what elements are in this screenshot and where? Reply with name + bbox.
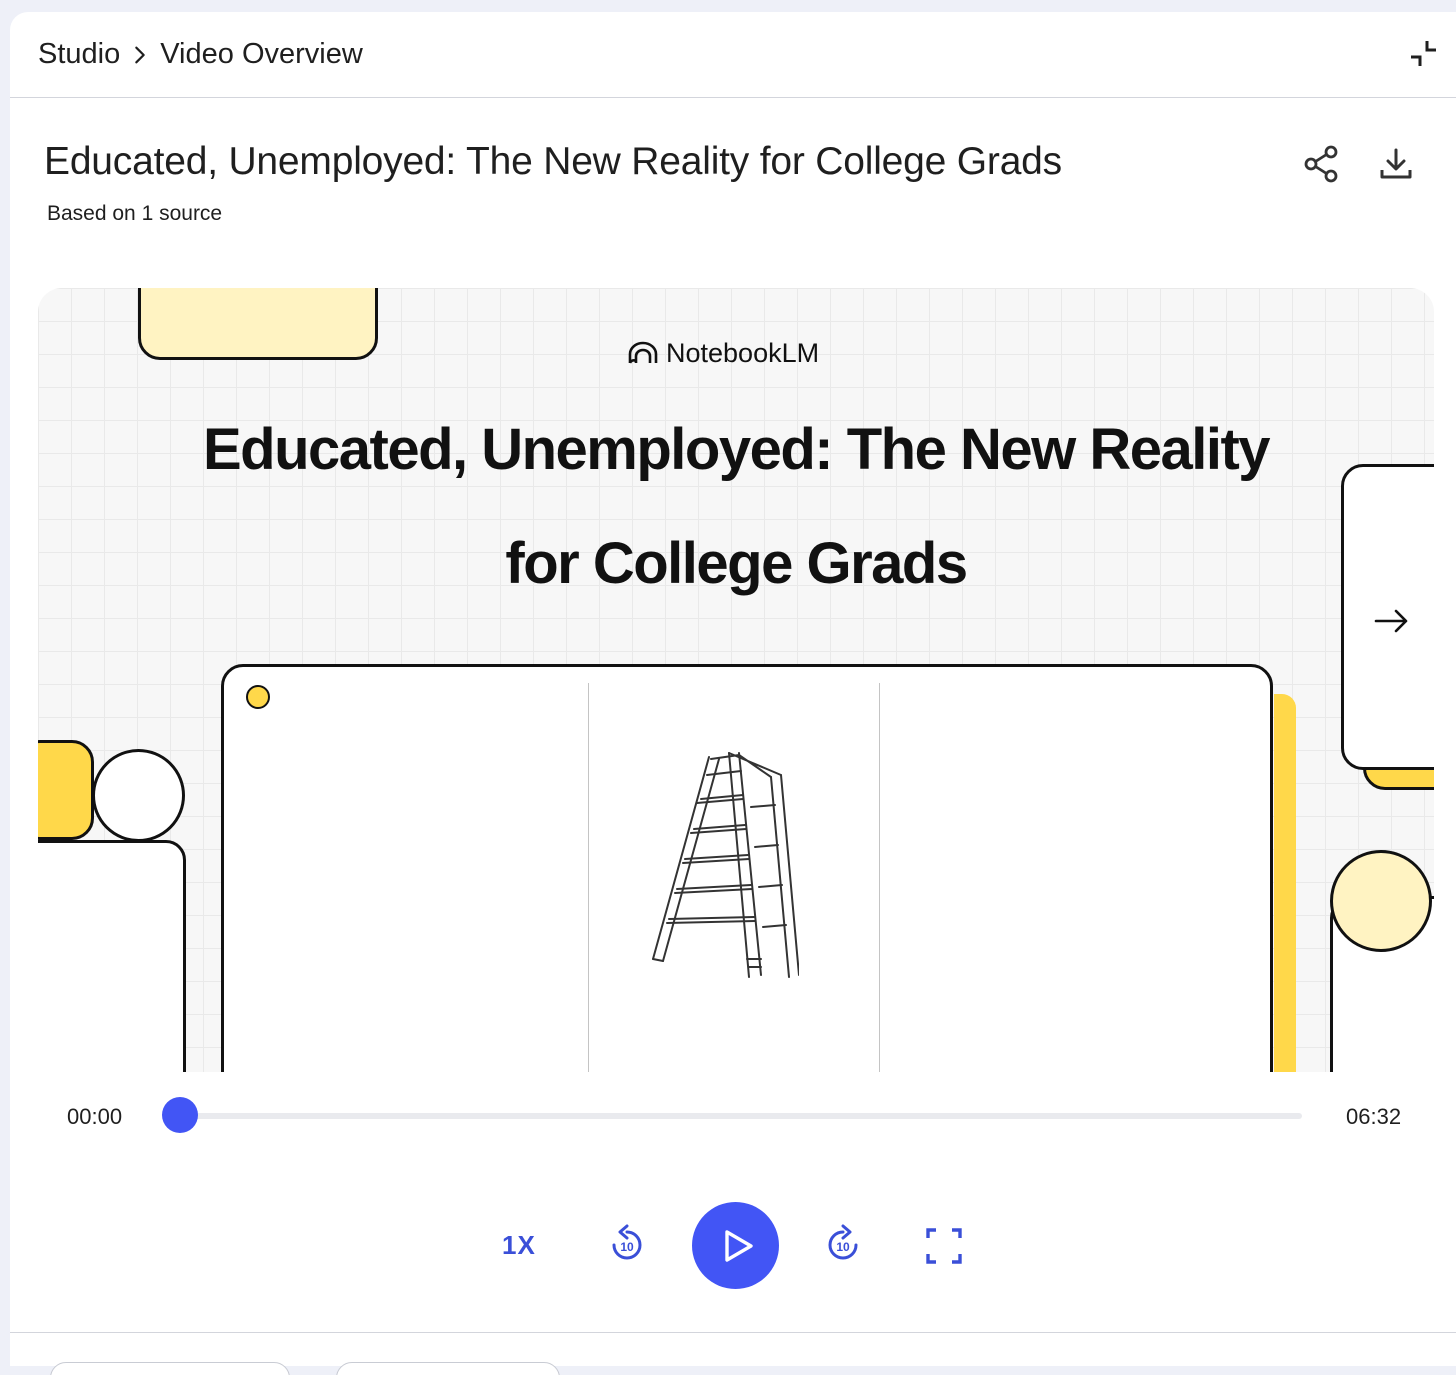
arrow-right-icon[interactable] [1368, 598, 1414, 644]
source-count: Based on 1 source [47, 202, 223, 225]
progress-thumb[interactable] [162, 1097, 198, 1133]
decor-left-circle [92, 749, 185, 842]
forward-seconds: 10 [836, 1240, 850, 1254]
bottom-divider [10, 1332, 1456, 1333]
fullscreen-icon[interactable] [924, 1226, 964, 1266]
decor-top-yellow-block [138, 288, 378, 360]
playback-speed-button[interactable]: 1X [502, 1230, 536, 1261]
decor-left-yellow-block [38, 740, 94, 840]
decor-left-card [38, 840, 186, 1072]
card-divider-left [588, 683, 589, 1072]
duration: 06:32 [1346, 1104, 1402, 1129]
breadcrumb-studio[interactable]: Studio [38, 38, 120, 71]
playback-controls: 1X 10 10 [10, 1202, 1456, 1292]
slide-title-line2: for College Grads [505, 531, 968, 596]
slide-title-line1: Educated, Unemployed: The New Reality [202, 417, 1271, 482]
brand: NotebookLM [628, 336, 819, 370]
download-icon[interactable] [1376, 144, 1416, 184]
breadcrumb-current: Video Overview [160, 38, 363, 70]
rewind-seconds: 10 [620, 1240, 634, 1254]
chevron-right-icon [120, 35, 160, 75]
slide-image-card [221, 664, 1273, 1072]
notebooklm-logo-icon [628, 341, 658, 365]
brand-name: NotebookLM [666, 337, 820, 368]
play-icon [723, 1229, 755, 1263]
forward-10-icon[interactable]: 10 [822, 1224, 864, 1266]
current-time: 00:00 [67, 1104, 123, 1129]
video-frame[interactable]: NotebookLM Educated, Unemployed: The New… [38, 288, 1434, 1072]
collapse-icon[interactable] [1408, 38, 1440, 70]
play-button[interactable] [692, 1202, 779, 1289]
decor-yellow-bar [1274, 694, 1296, 1072]
breadcrumb: Studio Video Overview [38, 35, 363, 75]
replay-10-icon[interactable]: 10 [606, 1224, 648, 1266]
bottom-tab-2[interactable] [336, 1362, 560, 1375]
video-overview-panel: Studio Video Overview Educated, Unemploy… [10, 12, 1456, 1375]
progress-row: 00:00 06:32 [10, 1092, 1456, 1142]
ladder-icon [652, 752, 799, 978]
decor-right-circle [1330, 850, 1432, 952]
card-yellow-dot [246, 685, 270, 709]
progress-track[interactable] [180, 1113, 1302, 1119]
page-title: Educated, Unemployed: The New Reality fo… [44, 140, 1062, 183]
bottom-tab-1[interactable] [50, 1362, 290, 1375]
share-icon[interactable] [1302, 144, 1342, 184]
panel-header: Studio Video Overview [10, 12, 1456, 98]
card-divider-right [879, 683, 880, 1072]
